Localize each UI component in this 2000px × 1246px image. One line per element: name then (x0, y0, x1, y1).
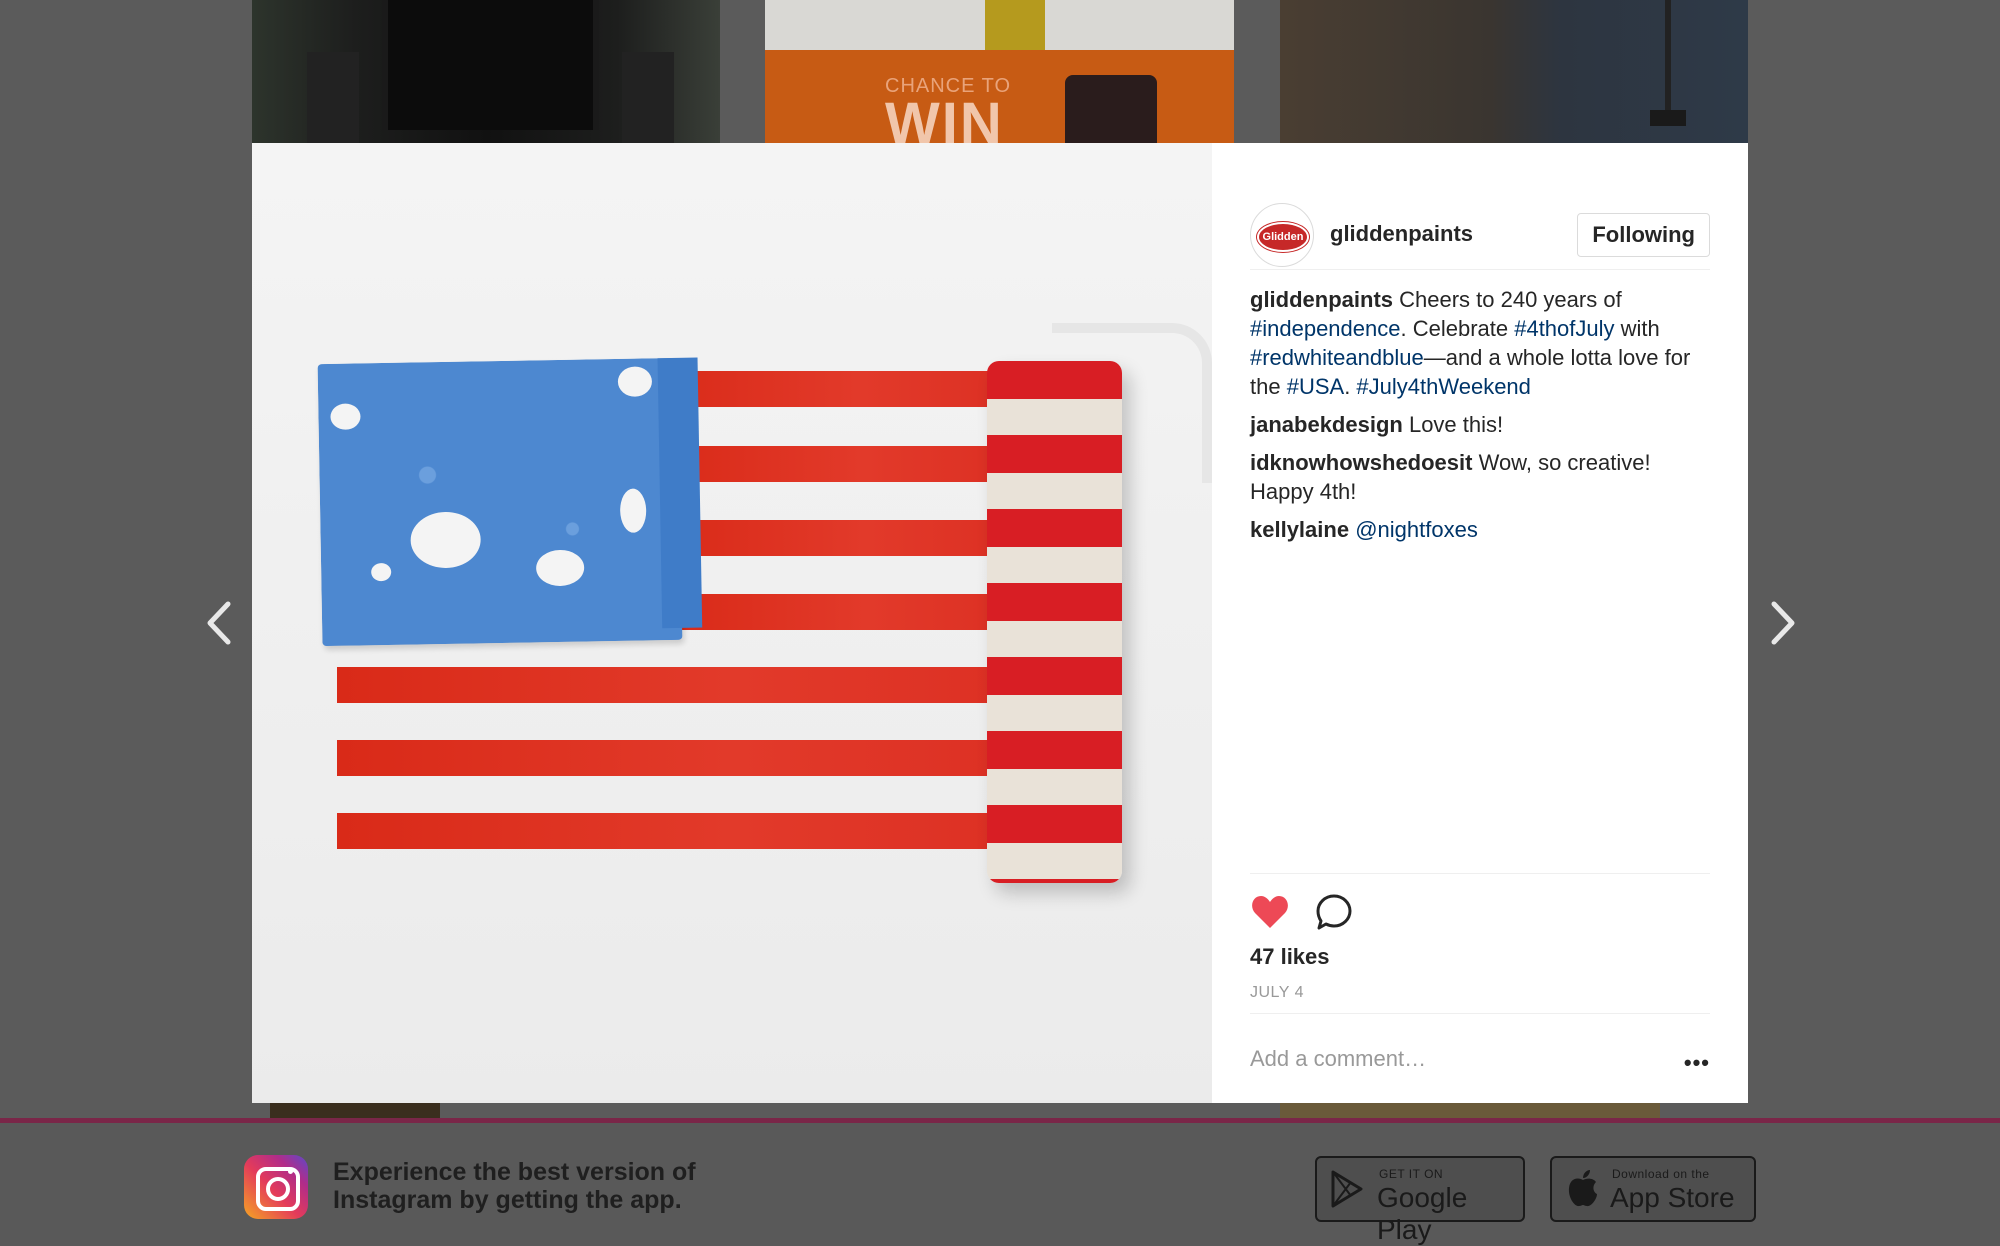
paint-splat (619, 488, 647, 533)
hashtag-link[interactable]: #4thofJuly (1514, 316, 1614, 341)
comment-icon[interactable] (1314, 892, 1354, 932)
paint-can-image (1065, 75, 1157, 143)
app-store-button[interactable]: Download on the App Store (1550, 1156, 1756, 1222)
bg-post-thumbnail-4 (270, 1103, 440, 1119)
plant-pot-image (622, 52, 674, 143)
promo-big-text: WIN (885, 91, 1004, 143)
post-modal: Glidden gliddenpaints Following gliddenp… (252, 143, 1748, 1103)
app-store-small: Download on the (1612, 1167, 1710, 1181)
following-button[interactable]: Following (1577, 213, 1710, 257)
flag-stripe (337, 813, 997, 849)
avatar[interactable]: Glidden (1250, 203, 1314, 267)
blue-towel-image (317, 357, 703, 647)
flag-stripe (652, 371, 997, 407)
comments-list: gliddenpaints Cheers to 240 years of #in… (1250, 285, 1710, 553)
paint-splat (617, 366, 653, 397)
add-comment-input[interactable] (1250, 1042, 1650, 1076)
comment-item: janabekdesign Love this! (1250, 410, 1710, 439)
app-promo-footer: Experience the best version of Instagram… (0, 1123, 2000, 1246)
google-play-icon (1331, 1170, 1363, 1208)
flag-stripe (667, 520, 997, 556)
bg-post-thumbnail-2[interactable]: CHANCE TO WIN (765, 0, 1234, 143)
likes-count[interactable]: 47 likes (1250, 944, 1330, 970)
paint-roller-image (987, 361, 1122, 883)
add-comment-row: ••• (1250, 1013, 1710, 1104)
caption-text: Cheers to 240 years of (1393, 287, 1622, 312)
google-play-big: Google Play (1377, 1182, 1468, 1245)
hashtag-link[interactable]: #independence (1250, 316, 1400, 341)
next-arrow-icon[interactable] (1762, 598, 1802, 648)
heart-icon[interactable] (1250, 892, 1290, 932)
post-username[interactable]: gliddenpaints (1330, 221, 1473, 247)
caption-text: . Celebrate (1400, 316, 1515, 341)
post-date: JULY 4 (1250, 984, 1304, 1001)
paint-splat (410, 511, 482, 569)
hashtag-link[interactable]: #July4thWeekend (1356, 374, 1531, 399)
promo-line-2: Instagram by getting the app. (333, 1186, 682, 1214)
caption-username[interactable]: gliddenpaints (1250, 287, 1393, 312)
app-promo-text: Experience the best version of Instagram… (333, 1158, 696, 1214)
bg-post-thumbnail-3[interactable] (1280, 0, 1748, 143)
comment-username[interactable]: janabekdesign (1250, 412, 1403, 437)
flag-stripe (337, 740, 997, 776)
instagram-logo-icon (244, 1155, 308, 1219)
promo-line-1: Experience the best version of (333, 1158, 696, 1186)
comment-item: idknowhowshedoesit Wow, so creative! Hap… (1250, 448, 1710, 506)
logo-lens (266, 1177, 290, 1201)
comment-item: kellylaine @nightfoxes (1250, 515, 1710, 544)
comment-text: Love this! (1402, 412, 1504, 437)
comment-username[interactable]: kellylaine (1250, 517, 1349, 542)
plant-pot-image (307, 52, 359, 143)
comment-username[interactable]: idknowhowshedoesit (1250, 450, 1472, 475)
post-actions: 47 likes JULY 4 (1250, 873, 1710, 1001)
more-options-icon[interactable]: ••• (1684, 1050, 1710, 1076)
app-store-big: App Store (1610, 1182, 1735, 1213)
paint-splat (535, 549, 585, 587)
caption-text: . (1344, 374, 1357, 399)
chair-image (985, 0, 1045, 50)
bg-post-thumbnail-1[interactable] (252, 0, 720, 143)
caption: gliddenpaints Cheers to 240 years of #in… (1250, 285, 1710, 401)
avatar-logo: Glidden (1257, 222, 1309, 252)
door-image (382, 0, 599, 130)
hashtag-link[interactable]: #USA (1287, 374, 1344, 399)
flag-stripe (662, 446, 997, 482)
lamp-image (1665, 0, 1671, 110)
caption-text: with (1614, 316, 1660, 341)
google-play-small: GET IT ON (1379, 1167, 1444, 1181)
hashtag-link[interactable]: #redwhiteandblue (1250, 345, 1424, 370)
post-sidebar: Glidden gliddenpaints Following gliddenp… (1212, 143, 1748, 1103)
previous-arrow-icon[interactable] (200, 598, 240, 648)
paint-splat (330, 403, 361, 430)
apple-icon (1568, 1170, 1597, 1207)
flag-stripe (337, 667, 997, 703)
post-header: Glidden gliddenpaints Following (1250, 173, 1710, 270)
post-photo[interactable] (252, 143, 1212, 1103)
paint-splat (371, 562, 392, 582)
logo-dot (288, 1169, 293, 1174)
lamp-base-image (1650, 110, 1686, 126)
flag-stripe (672, 594, 997, 630)
towel-fold (657, 357, 703, 629)
mention-link[interactable]: @nightfoxes (1355, 517, 1478, 542)
google-play-button[interactable]: GET IT ON Google Play (1315, 1156, 1525, 1245)
bg-post-thumbnail-5 (1280, 1103, 1660, 1119)
